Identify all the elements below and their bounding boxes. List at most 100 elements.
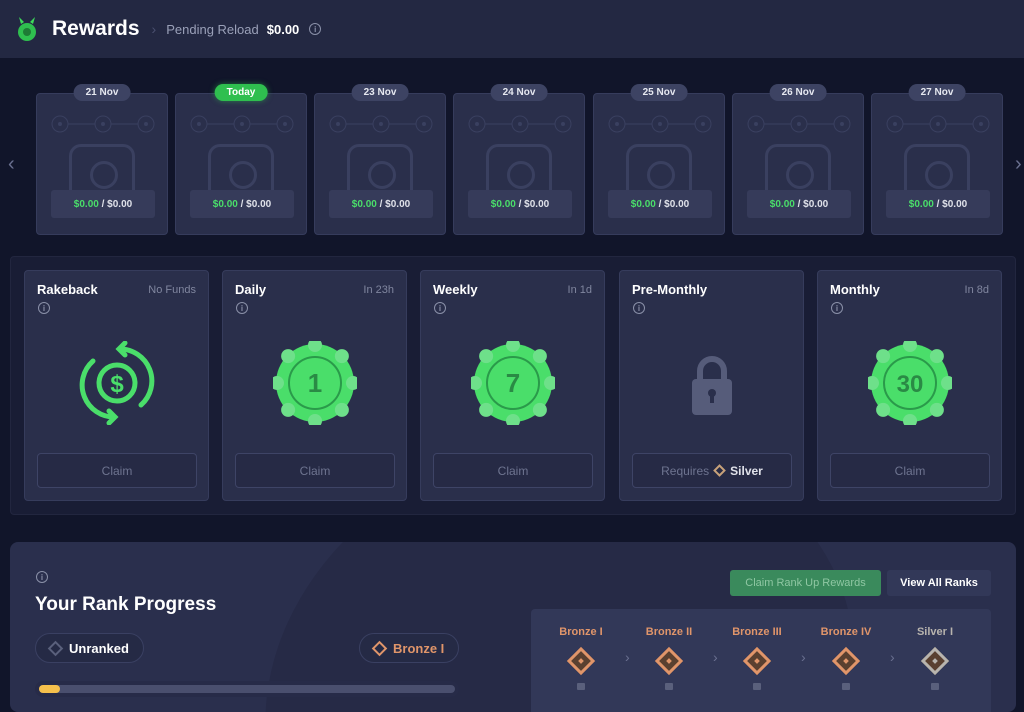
- reward-card: Pre-Monthly i RequiresSilver: [619, 270, 804, 501]
- reload-amount: $0.00 / $0.00: [329, 190, 433, 218]
- rewards-medal-icon: [16, 16, 38, 42]
- view-all-ranks-button[interactable]: View All Ranks: [887, 570, 991, 596]
- chevron-right-icon: ›: [152, 21, 157, 37]
- daily-reload-card[interactable]: 25 Nov $0.00 / $0.00: [593, 93, 725, 235]
- day-label: 26 Nov: [770, 84, 827, 101]
- lock-icon: [842, 683, 850, 690]
- claim-button[interactable]: Claim: [235, 453, 395, 488]
- reward-card: Weekly In 1d i 7 Claim: [420, 270, 605, 501]
- page-title: Rewards: [52, 17, 140, 41]
- rank-diamond-icon: [567, 647, 595, 675]
- claim-button[interactable]: Claim: [37, 453, 197, 488]
- lock-icon: [670, 341, 754, 425]
- chip-icon: 7: [471, 341, 555, 425]
- reward-name: Pre-Monthly: [632, 282, 707, 297]
- rank-tiers: Bronze I›Bronze II›Bronze III›Bronze IV›…: [531, 609, 991, 712]
- rank-diamond-icon: [921, 647, 949, 675]
- day-label: 21 Nov: [74, 84, 131, 101]
- tier-label: Bronze I: [541, 626, 621, 638]
- tier-label: Bronze IV: [806, 626, 886, 638]
- day-label: 27 Nov: [909, 84, 966, 101]
- reward-status: No Funds: [148, 284, 196, 296]
- reward-status: In 23h: [363, 284, 394, 296]
- daily-reload-card[interactable]: 21 Nov $0.00 / $0.00: [36, 93, 168, 235]
- rank-progress-fill: [39, 685, 60, 693]
- progress-track-icon: [51, 115, 155, 133]
- progress-track-icon: [468, 115, 572, 133]
- rank-tier[interactable]: Bronze III: [717, 626, 797, 690]
- chip-icon: 1: [273, 341, 357, 425]
- rank-tier[interactable]: Silver I: [895, 626, 975, 690]
- daily-reload-card[interactable]: Today $0.00 / $0.00: [175, 93, 307, 235]
- rank-diamond-icon: [655, 647, 683, 675]
- carousel-next-button[interactable]: ›: [1015, 153, 1022, 176]
- rank-tier[interactable]: Bronze II: [629, 626, 709, 690]
- silver-diamond-icon: [713, 464, 726, 477]
- reward-status: In 1d: [568, 284, 592, 296]
- rank-diamond-icon: [743, 647, 771, 675]
- rank-tier[interactable]: Bronze IV: [806, 626, 886, 690]
- next-rank-chip: Bronze I: [359, 633, 459, 663]
- reward-card: Monthly In 8d i 30 Claim: [817, 270, 1002, 501]
- rank-progress-bar: [35, 681, 459, 697]
- chevron-right-icon: ›: [890, 649, 895, 665]
- daily-reload-card[interactable]: 23 Nov $0.00 / $0.00: [314, 93, 446, 235]
- claim-button[interactable]: Claim: [830, 453, 990, 488]
- reward-name: Monthly: [830, 282, 880, 297]
- tier-label: Bronze III: [717, 626, 797, 638]
- carousel-prev-button[interactable]: ‹: [8, 153, 15, 176]
- reload-amount: $0.00 / $0.00: [190, 190, 294, 218]
- svg-text:30: 30: [896, 371, 923, 398]
- reload-amount: $0.00 / $0.00: [886, 190, 990, 218]
- day-label: 23 Nov: [352, 84, 409, 101]
- reward-card: Daily In 23h i 1 Claim: [222, 270, 407, 501]
- info-icon[interactable]: i: [38, 302, 50, 314]
- reward-name: Weekly: [433, 282, 478, 297]
- day-label: Today: [215, 84, 268, 101]
- info-icon[interactable]: i: [236, 302, 248, 314]
- svg-text:$: $: [110, 371, 124, 398]
- bronze-diamond-icon: [372, 640, 388, 656]
- day-label: 24 Nov: [491, 84, 548, 101]
- reward-status: In 8d: [965, 284, 989, 296]
- page-header: Rewards › Pending Reload $0.00 i: [0, 0, 1024, 58]
- tier-label: Bronze II: [629, 626, 709, 638]
- reward-name: Daily: [235, 282, 266, 297]
- current-rank-label: Unranked: [69, 641, 129, 656]
- current-rank-chip: Unranked: [35, 633, 144, 663]
- reload-amount: $0.00 / $0.00: [468, 190, 572, 218]
- chip-icon: 30: [868, 341, 952, 425]
- info-icon[interactable]: i: [434, 302, 446, 314]
- reload-amount: $0.00 / $0.00: [747, 190, 851, 218]
- pending-reload-value: $0.00: [267, 22, 300, 37]
- rank-tier[interactable]: Bronze I: [541, 626, 621, 690]
- lock-icon: [931, 683, 939, 690]
- progress-track-icon: [329, 115, 433, 133]
- daily-reload-card[interactable]: 27 Nov $0.00 / $0.00: [871, 93, 1003, 235]
- progress-track-icon: [608, 115, 712, 133]
- info-icon[interactable]: i: [633, 302, 645, 314]
- svg-text:1: 1: [307, 368, 321, 398]
- info-icon[interactable]: i: [36, 571, 48, 583]
- lock-icon: [753, 683, 761, 690]
- pending-reload-label: Pending Reload: [166, 22, 259, 37]
- reload-amount: $0.00 / $0.00: [608, 190, 712, 218]
- progress-track-icon: [190, 115, 294, 133]
- rank-diamond-icon: [832, 647, 860, 675]
- info-icon[interactable]: i: [831, 302, 843, 314]
- daily-reload-card[interactable]: 24 Nov $0.00 / $0.00: [453, 93, 585, 235]
- requires-rank-button: RequiresSilver: [632, 453, 792, 488]
- reward-card: Rakeback No Funds i $ Claim: [24, 270, 209, 501]
- claim-rank-up-rewards-button[interactable]: Claim Rank Up Rewards: [730, 570, 881, 596]
- claim-button[interactable]: Claim: [433, 453, 593, 488]
- reward-name: Rakeback: [37, 282, 98, 297]
- lock-icon: [665, 683, 673, 690]
- next-rank-label: Bronze I: [393, 641, 444, 656]
- rank-progress-panel: i Your Rank Progress Unranked Bronze I C…: [10, 542, 1016, 712]
- info-icon[interactable]: i: [309, 23, 321, 35]
- progress-track-icon: [886, 115, 990, 133]
- rakeback-icon: $: [75, 341, 159, 425]
- unranked-diamond-icon: [48, 640, 64, 656]
- reload-amount: $0.00 / $0.00: [51, 190, 155, 218]
- daily-reload-card[interactable]: 26 Nov $0.00 / $0.00: [732, 93, 864, 235]
